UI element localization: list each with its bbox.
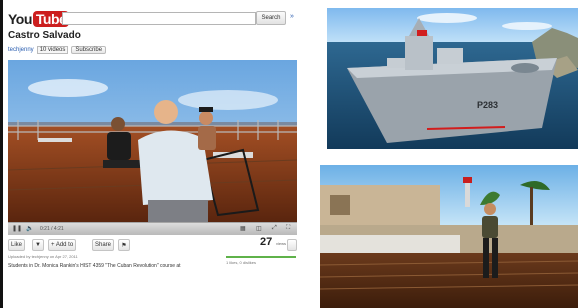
videos-dropdown[interactable]: 10 videos <box>36 46 69 54</box>
ship-screenshot: P283 <box>327 8 578 149</box>
video-description: Students in Dr. Monica Rankin's HIST 435… <box>8 263 181 269</box>
dislike-button[interactable]: ▼ <box>32 239 44 251</box>
quality-icon[interactable]: ▦ <box>240 225 246 232</box>
video-actions: Like ▼ + Add to Share ⚑ 27 views <box>8 236 297 252</box>
fullscreen-icon[interactable]: ⛶ <box>286 225 290 232</box>
youtube-panel: You Tube Search » Castro Salvado techjenn… <box>4 0 297 308</box>
pause-icon[interactable]: ❚❚ <box>12 225 22 232</box>
add-to-button[interactable]: + Add to <box>48 239 77 251</box>
channel-link[interactable]: techjenny <box>8 47 34 53</box>
stats-icon[interactable] <box>287 239 297 251</box>
thumbs-down-icon: ▼ <box>35 242 41 248</box>
more-link[interactable]: » <box>290 13 294 20</box>
uploaded-info: Uploaded by techjenny on Apr 27, 2011 <box>8 254 78 259</box>
flag-button[interactable]: ⚑ <box>118 239 130 251</box>
ship-scene: P283 <box>327 8 578 149</box>
time-display: 0:21 / 4:21 <box>40 226 64 232</box>
search-input[interactable] <box>62 12 256 25</box>
flag-icon: ⚑ <box>121 242 127 249</box>
channel-meta: techjenny 10 videos Subscribe <box>8 44 107 56</box>
views-count: 27 <box>260 236 273 248</box>
video-title: Castro Salvado <box>8 30 81 41</box>
expand-icon[interactable]: ⤢ <box>272 225 277 232</box>
share-button[interactable]: Share <box>92 239 115 251</box>
youtube-header: You Tube Search » <box>4 8 297 28</box>
video-player[interactable] <box>8 60 297 222</box>
volume-icon[interactable]: 🔈 <box>26 225 33 232</box>
likes-text: 1 likes, 0 dislikes <box>226 260 257 265</box>
video-frame-scene <box>8 60 297 222</box>
subscribe-button[interactable]: Subscribe <box>71 46 107 54</box>
search-button[interactable]: Search <box>256 11 286 25</box>
terrace-scene <box>320 165 578 308</box>
like-button[interactable]: Like <box>8 239 26 251</box>
hull-number: P283 <box>477 100 498 110</box>
likes-bar <box>226 256 296 258</box>
player-controls: ❚❚ 🔈 0:21 / 4:21 ▦ ◫ ⤢ ⛶ <box>8 222 297 235</box>
hd-icon[interactable]: ◫ <box>256 225 262 232</box>
left-frame-border <box>0 0 3 308</box>
terrace-screenshot <box>320 165 578 308</box>
views-label: views <box>276 241 287 246</box>
youtube-logo[interactable]: You Tube <box>8 10 70 27</box>
